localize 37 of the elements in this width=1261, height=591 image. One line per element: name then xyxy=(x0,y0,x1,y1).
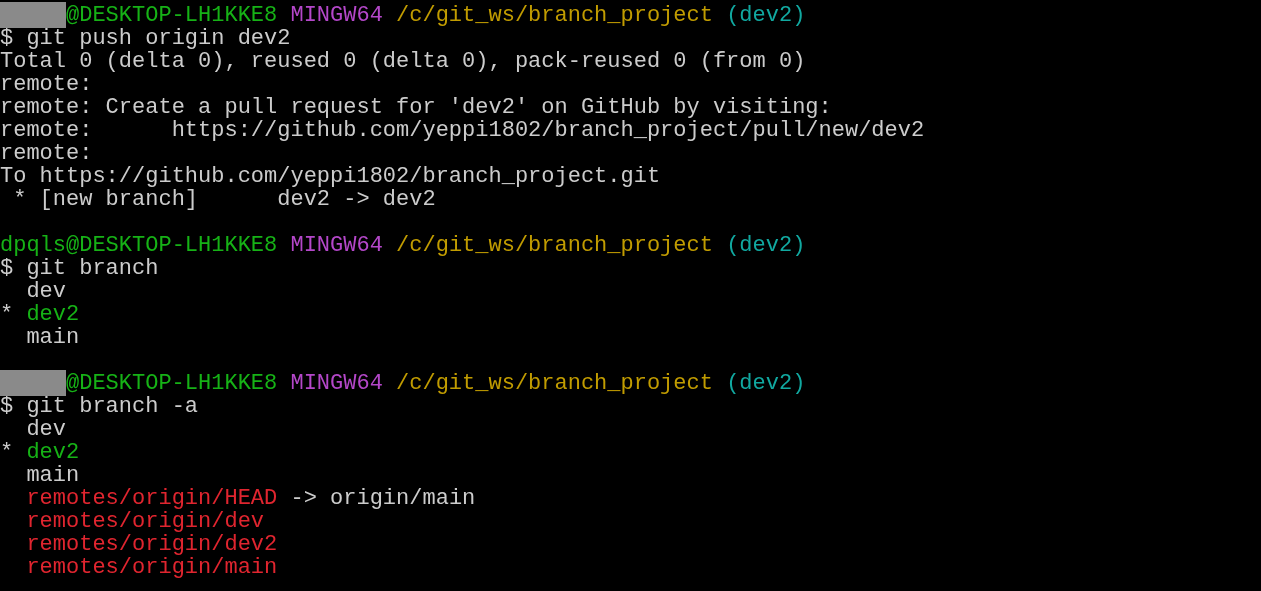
terminal-text: dpqls@DESKTOP-LH1KKE8 xyxy=(0,234,278,257)
terminal-text: remote: xyxy=(0,142,93,165)
redaction-block xyxy=(0,2,66,28)
terminal-text: MINGW64 xyxy=(290,372,383,395)
terminal-text: @DESKTOP-LH1KKE8 xyxy=(66,372,278,395)
terminal-text: dev2 xyxy=(26,441,80,464)
terminal-text: remote: Create a pull request for 'dev2' on GitHub by visiting: xyxy=(0,96,832,119)
terminal-text: @DESKTOP-LH1KKE8 xyxy=(66,4,278,27)
terminal-text: /c/git_ws/branch_project xyxy=(396,4,713,27)
terminal-text: remotes/origin/HEAD xyxy=(25,487,278,510)
terminal-text: dev2 xyxy=(26,303,80,326)
terminal-text: remote: xyxy=(0,73,93,96)
terminal-text: remotes/origin/dev2 xyxy=(25,533,278,556)
terminal-text: $ git branch xyxy=(0,257,159,280)
terminal-text: MINGW64 xyxy=(290,4,383,27)
terminal-text: To https://github.com/yeppi1802/branch_project.git xyxy=(0,165,661,188)
redaction-block xyxy=(0,370,66,396)
terminal-text: (dev2) xyxy=(726,234,806,257)
terminal-text: remotes/origin/main xyxy=(25,556,278,579)
terminal-text: remote: https://github.com/yeppi1802/branch_project/pull/new/dev2 xyxy=(0,119,925,142)
terminal-text: * [new branch] dev2 -> dev2 xyxy=(12,188,436,211)
terminal-text: Total 0 (delta 0), reused 0 (delta 0), pack-reused 0 (from 0) xyxy=(0,50,806,73)
terminal-text: /c/git_ws/branch_project xyxy=(396,234,713,257)
terminal-text: dev xyxy=(25,418,66,441)
terminal-text: * xyxy=(0,441,14,464)
terminal-text: /c/git_ws/branch_project xyxy=(396,372,713,395)
terminal-text: main xyxy=(25,464,80,487)
terminal-text: dev xyxy=(25,280,66,303)
terminal-text: (dev2) xyxy=(726,4,806,27)
terminal-text: $ git branch -a xyxy=(0,395,199,418)
terminal-text: -> origin/main xyxy=(290,487,476,510)
terminal-text: * xyxy=(0,303,14,326)
terminal-text: $ git push origin dev2 xyxy=(0,27,291,50)
terminal-text: MINGW64 xyxy=(290,234,383,257)
terminal-text: main xyxy=(25,326,80,349)
terminal-text: remotes/origin/dev xyxy=(25,510,265,533)
terminal-text: (dev2) xyxy=(726,372,806,395)
